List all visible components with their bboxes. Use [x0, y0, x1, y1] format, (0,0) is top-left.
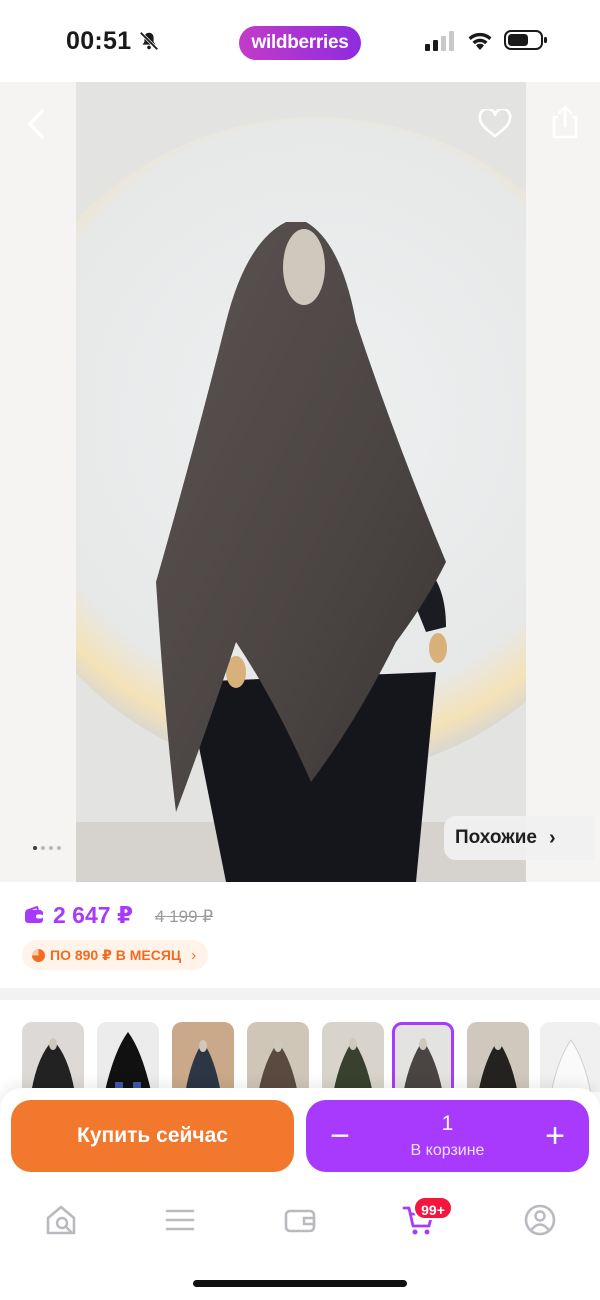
pagination-dot	[57, 846, 61, 850]
back-button[interactable]	[14, 102, 58, 146]
variant-thumbnail[interactable]	[172, 1022, 234, 1092]
installment-label: ПО 890 ₽ В МЕСЯЦ	[50, 946, 182, 963]
brand-logo: wildberries	[239, 26, 361, 60]
pagination-dot	[41, 846, 45, 850]
gallery-pagination	[33, 846, 61, 850]
wifi-icon	[466, 29, 494, 51]
share-icon	[552, 105, 578, 139]
old-price: 4 199 ₽	[155, 907, 214, 926]
heart-icon	[478, 109, 512, 138]
bell-muted-icon	[138, 30, 160, 52]
bottom-tab-bar: 99+	[0, 1186, 600, 1300]
pagination-dot	[49, 846, 53, 850]
variant-thumbnail[interactable]	[467, 1022, 529, 1092]
tab-home-search[interactable]	[36, 1200, 86, 1240]
product-gallery[interactable]: Похожие ›	[0, 82, 600, 882]
price-block: 2 647 ₽ 4 199 ₽ ПО 890 ₽ В МЕСЯЦ ›	[0, 882, 600, 988]
similar-label: Похожие	[455, 827, 537, 848]
pagination-dot	[33, 846, 37, 850]
variant-thumbnail[interactable]	[322, 1022, 384, 1092]
status-bar: 00:51 wildberries	[0, 0, 600, 82]
variant-thumbnail[interactable]	[97, 1022, 159, 1092]
cart-count-badge: 99+	[413, 1196, 453, 1220]
installment-chip[interactable]: ПО 890 ₽ В МЕСЯЦ ›	[22, 940, 209, 970]
variant-thumbnail[interactable]	[540, 1022, 600, 1092]
section-divider	[0, 988, 600, 1000]
wallet-icon	[284, 1209, 316, 1233]
tab-profile[interactable]	[515, 1200, 565, 1240]
chevron-left-icon	[28, 109, 44, 139]
similar-products-button[interactable]: Похожие ›	[444, 816, 594, 860]
variant-thumbnail-selected[interactable]	[392, 1022, 454, 1092]
chevron-right-icon: ›	[191, 946, 197, 964]
share-button[interactable]	[543, 100, 587, 144]
battery-icon	[504, 29, 548, 51]
home-indicator	[193, 1280, 407, 1287]
wallet-icon	[24, 905, 44, 924]
increase-quantity-button[interactable]: +	[529, 1110, 581, 1162]
favorite-button[interactable]	[473, 102, 517, 146]
chevron-right-icon: ›	[548, 826, 556, 849]
cart-quantity-control: − 1 В корзине +	[306, 1100, 589, 1172]
cellular-signal-icon	[425, 31, 457, 51]
tab-catalog[interactable]	[155, 1200, 205, 1240]
home-search-icon	[46, 1205, 76, 1235]
variant-thumbnail[interactable]	[247, 1022, 309, 1092]
product-photo[interactable]	[76, 82, 526, 882]
profile-icon	[524, 1204, 556, 1236]
menu-icon	[165, 1209, 195, 1231]
status-time: 00:51	[66, 27, 132, 55]
buy-now-button[interactable]: Купить сейчас	[11, 1100, 294, 1172]
color-variants-strip[interactable]	[0, 1000, 600, 1092]
variant-thumbnail[interactable]	[22, 1022, 84, 1092]
tab-wallet[interactable]	[275, 1200, 325, 1240]
installment-pie-icon	[32, 948, 45, 962]
purchase-action-bar: Купить сейчас − 1 В корзине +	[0, 1088, 600, 1186]
current-price: 2 647 ₽	[53, 902, 133, 928]
